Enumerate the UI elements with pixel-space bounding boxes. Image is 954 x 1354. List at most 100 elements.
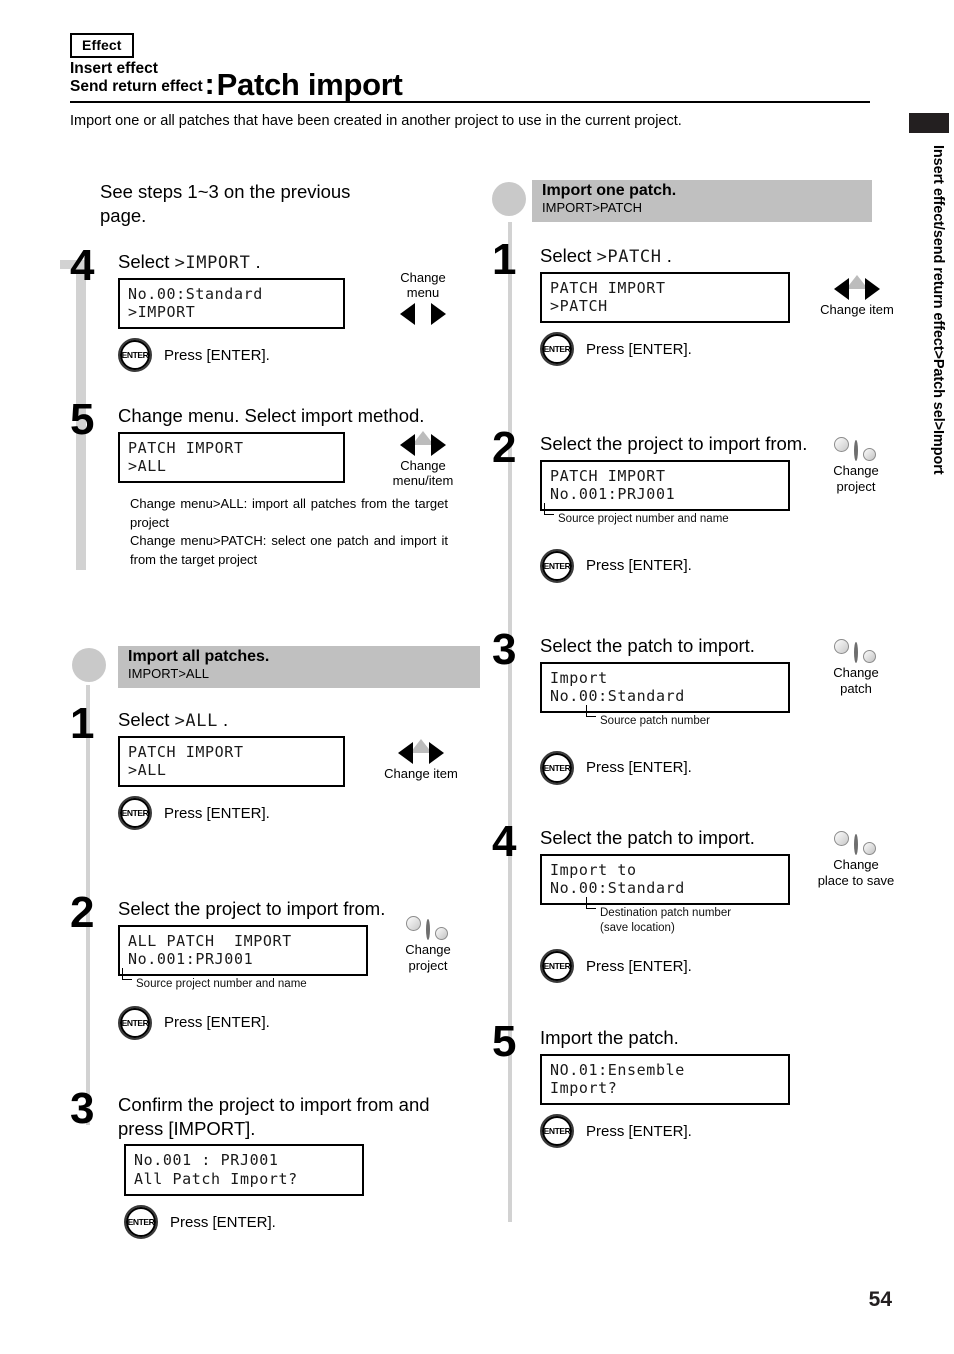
lcd-line-1: PATCH IMPORT bbox=[550, 278, 666, 297]
change-item-arrows: Change item bbox=[802, 258, 912, 317]
step-instruction-prefix: Select bbox=[118, 251, 175, 273]
section-text: Import one patch. IMPORT>PATCH bbox=[542, 182, 676, 216]
lcd-display: NO.01:Ensemble Import? bbox=[540, 1053, 790, 1106]
enter-instruction: Press [ENTER]. bbox=[586, 759, 692, 777]
lcd-line-1: No.00:Standard bbox=[128, 284, 263, 303]
lcd-line-1: PATCH IMPORT bbox=[128, 438, 244, 457]
lcd-line-1: Import bbox=[550, 668, 608, 687]
enter-button-label: ENTER bbox=[121, 350, 149, 361]
explanation-line-2: Change menu>PATCH: select one patch and … bbox=[130, 533, 448, 567]
enter-instruction: Press [ENTER]. bbox=[164, 804, 270, 822]
step-1-select-all: 1 Select >ALL . PATCH IMPORT >ALL Change… bbox=[60, 702, 480, 863]
step-number: 5 bbox=[492, 1017, 517, 1066]
knob-icon[interactable] bbox=[854, 440, 858, 461]
enter-button-label: ENTER bbox=[543, 762, 571, 773]
step-instruction-suffix: . bbox=[661, 245, 672, 266]
callout-text: Destination patch number bbox=[600, 907, 732, 920]
step-3-confirm-project: 3 Confirm the project to import from and… bbox=[60, 1087, 480, 1263]
step-instruction-prefix: Select bbox=[540, 245, 597, 266]
step-4-import: 4 Select >IMPORT . No.00:Standard >IMPOR… bbox=[60, 244, 480, 400]
lcd-line-2: >PATCH bbox=[550, 297, 608, 316]
page-number: 54 bbox=[868, 1288, 892, 1311]
enter-button-icon[interactable]: ENTER bbox=[540, 1114, 574, 1149]
enter-instruction: Press [ENTER]. bbox=[586, 340, 692, 358]
page-title-subject-line2: Send return effect bbox=[70, 78, 203, 96]
lcd-line-1: PATCH IMPORT bbox=[128, 742, 244, 761]
enter-button-label: ENTER bbox=[127, 1217, 155, 1228]
page-title-subject: Insert effect Send return effect bbox=[70, 60, 203, 100]
lcd-line-2: No.00:Standard bbox=[550, 686, 685, 705]
step-instruction-value: >ALL bbox=[174, 711, 218, 732]
enter-button-icon[interactable]: ENTER bbox=[540, 949, 574, 984]
arrow-right-icon[interactable] bbox=[431, 302, 446, 325]
section-title: Import all patches. bbox=[128, 648, 270, 666]
arrow-right-icon[interactable] bbox=[431, 434, 446, 457]
lcd-display: PATCH IMPORT >ALL bbox=[118, 735, 345, 788]
step-instruction-value: >IMPORT bbox=[174, 253, 251, 274]
enter-instruction: Press [ENTER]. bbox=[164, 1014, 270, 1032]
step-2-select-project: 2 Select the project to import from. ALL… bbox=[60, 891, 480, 1067]
enter-button-label: ENTER bbox=[543, 560, 571, 571]
enter-button-label: ENTER bbox=[543, 961, 571, 972]
lcd-display: No.001 : PRJ001 All Patch Import? bbox=[124, 1144, 364, 1197]
knob-label: Change patch bbox=[833, 665, 879, 696]
step-number: 1 bbox=[70, 699, 95, 749]
change-project-knob: Change project bbox=[808, 440, 904, 494]
knob-icon[interactable] bbox=[854, 642, 858, 663]
change-menu-item-arrows: Change menu/item bbox=[368, 414, 478, 489]
arrow-left-icon[interactable] bbox=[400, 302, 415, 325]
arrow-right-icon[interactable] bbox=[865, 278, 880, 300]
explanation-block: Change menu>ALL: import all patches from… bbox=[130, 495, 448, 569]
section-subtitle: IMPORT>ALL bbox=[128, 666, 210, 682]
enter-button-icon[interactable]: ENTER bbox=[540, 548, 574, 583]
knob-icon[interactable] bbox=[854, 834, 858, 855]
lead-note: See steps 1~3 on the previous page. bbox=[100, 181, 351, 227]
lcd-line-2: >ALL bbox=[128, 457, 167, 476]
callout-text-secondary: (save location) bbox=[600, 921, 675, 934]
lcd-line-1: Import to bbox=[550, 860, 637, 879]
arrow-right-icon[interactable] bbox=[429, 742, 444, 765]
enter-button-label: ENTER bbox=[121, 1017, 149, 1028]
enter-row: ENTER Press [ENTER]. bbox=[118, 796, 480, 831]
enter-row: ENTER Press [ENTER]. bbox=[540, 1114, 890, 1149]
lcd-line-2: No.001:PRJ001 bbox=[128, 950, 254, 969]
enter-instruction: Press [ENTER]. bbox=[170, 1213, 276, 1231]
arrow-left-icon[interactable] bbox=[400, 434, 415, 457]
enter-instruction: Press [ENTER]. bbox=[586, 1122, 692, 1140]
lcd-display: No.00:Standard >IMPORT bbox=[118, 277, 345, 330]
step-instruction: Import the patch. bbox=[540, 1027, 679, 1048]
enter-button-icon[interactable]: ENTER bbox=[540, 750, 574, 785]
enter-button-icon[interactable]: ENTER bbox=[118, 796, 152, 831]
enter-row: ENTER Press [ENTER]. bbox=[540, 750, 890, 785]
callout-text: Source project number and name bbox=[558, 513, 729, 526]
arrows-label: Change menu/item bbox=[392, 458, 454, 489]
callout-elbow bbox=[544, 503, 554, 516]
arrow-left-icon[interactable] bbox=[398, 742, 413, 765]
intro-paragraph: Import one or all patches that have been… bbox=[70, 113, 682, 129]
enter-button-icon[interactable]: ENTER bbox=[124, 1205, 158, 1240]
knob-label: Change place to save bbox=[817, 857, 895, 888]
arrows-label: Change menu bbox=[400, 270, 446, 301]
knob-icon[interactable] bbox=[426, 919, 430, 941]
enter-instruction: Press [ENTER]. bbox=[586, 557, 692, 575]
callout-text: Source project number and name bbox=[136, 978, 307, 991]
page-title: Insert effect Send return effect : Patch… bbox=[70, 60, 403, 100]
change-patch-knob: Change patch bbox=[808, 642, 904, 696]
step-instruction: Select the project to import from. bbox=[118, 898, 386, 920]
lcd-line-1: PATCH IMPORT bbox=[550, 466, 666, 485]
page-title-subject-line1: Insert effect bbox=[70, 60, 158, 77]
enter-instruction: Press [ENTER]. bbox=[164, 346, 270, 364]
enter-button-icon[interactable]: ENTER bbox=[118, 1005, 152, 1040]
arrow-left-icon[interactable] bbox=[834, 278, 849, 300]
enter-button-icon[interactable]: ENTER bbox=[540, 332, 574, 367]
lcd-line-1: NO.01:Ensemble bbox=[550, 1060, 685, 1079]
enter-button-icon[interactable]: ENTER bbox=[118, 338, 152, 373]
section-bullet-icon bbox=[492, 182, 526, 216]
step-instruction: Confirm the project to import from and p… bbox=[118, 1094, 430, 1139]
left-column: See steps 1~3 on the previous page. 4 Se… bbox=[60, 180, 480, 1267]
lcd-line-2: >IMPORT bbox=[128, 303, 196, 322]
section-title: Import one patch. bbox=[542, 182, 677, 199]
lcd-callout: Destination patch number (save location) bbox=[586, 897, 890, 935]
lcd-line-1: ALL PATCH IMPORT bbox=[128, 931, 292, 950]
lcd-display: Import No.00:Standard bbox=[540, 661, 790, 714]
